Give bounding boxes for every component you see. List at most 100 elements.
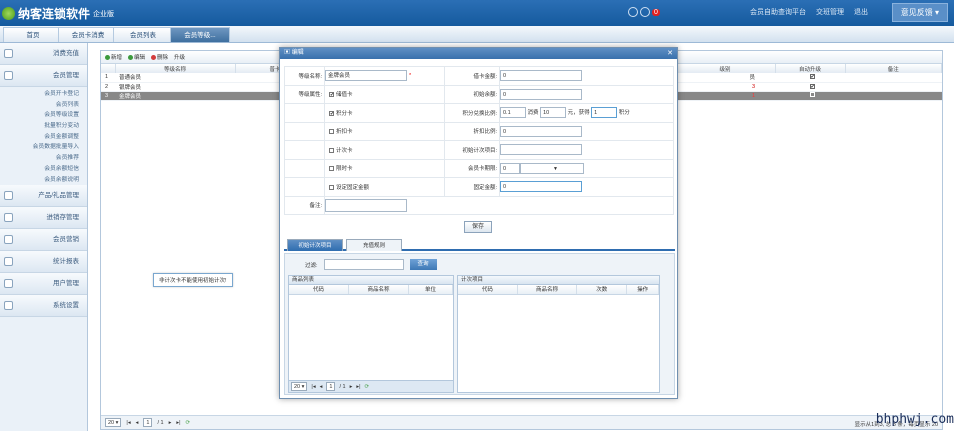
points-unit: 积分 xyxy=(618,110,630,117)
sidebar-item[interactable]: 会员推荐 xyxy=(0,153,87,164)
tab-home[interactable]: 首页 xyxy=(3,27,63,42)
logout-link[interactable]: 退出 xyxy=(854,7,868,17)
product-grid: 商品列表 代码 商品名称 单位 20 ▾ |◂ ◂ 1/ 1 ▸ ▸| ⟳ xyxy=(288,275,454,393)
card-fee-input[interactable]: 0 xyxy=(500,70,582,82)
consume-input[interactable]: 10 xyxy=(540,107,567,119)
period-input[interactable]: 0 xyxy=(500,162,520,174)
fixed-checkbox[interactable] xyxy=(329,184,334,190)
last-page-icon[interactable]: ▸| xyxy=(356,384,360,390)
grid-page-input[interactable]: 1 xyxy=(326,382,336,391)
first-page-icon[interactable]: |◂ xyxy=(126,420,130,426)
first-page-icon[interactable]: |◂ xyxy=(311,384,315,390)
prev-page-icon[interactable]: ◂ xyxy=(136,420,139,426)
stored-checkbox[interactable]: ✔ xyxy=(329,92,334,98)
prev-page-icon[interactable]: ◂ xyxy=(320,384,323,390)
last-page-icon[interactable]: ▸| xyxy=(176,420,180,426)
init-count-input[interactable] xyxy=(500,144,582,156)
sidebar-cat-settings[interactable]: 系统设置 xyxy=(0,295,87,318)
edit-dialog: ▣ 编辑 ✕ 等级名称: 金牌会员 * 借卡金额: 0 等级属性: ✔ 储值卡 初始余… xyxy=(279,47,678,399)
tab-init-count[interactable]: 初始计次项目 xyxy=(287,239,343,251)
col-code: 代码 xyxy=(289,285,349,294)
layers-icon xyxy=(4,213,13,223)
col-product-name: 商品名称 xyxy=(349,285,409,294)
limit-label: 限时卡 xyxy=(336,166,353,173)
sidebar-cat-inventory[interactable]: 进销存管理 xyxy=(0,207,87,230)
count-grid-title: 计次项目 xyxy=(458,276,659,285)
level-name-input[interactable]: 金牌会员 xyxy=(325,70,407,82)
points-label: 积分卡 xyxy=(336,110,353,117)
edit-button[interactable]: 编辑 xyxy=(128,53,145,61)
sidebar-item[interactable]: 会员余额说明 xyxy=(0,175,87,186)
auto-upgrade-checkbox[interactable] xyxy=(809,92,815,97)
page-size-select[interactable]: 20 ▾ xyxy=(105,418,122,427)
sidebar-item[interactable]: 会员开卡登记 xyxy=(0,89,87,100)
app-header: 纳客连锁软件 企业版 0 会员自助查询平台 交班管理 退出 意见反馈 ▾ xyxy=(0,0,954,26)
self-service-link[interactable]: 会员自助查询平台 xyxy=(750,7,806,17)
add-button[interactable]: 新增 xyxy=(105,53,122,61)
sidebar-item[interactable]: 会员金额调整 xyxy=(0,132,87,143)
get-points-input[interactable]: 1 xyxy=(591,107,618,119)
tab-card-consume[interactable]: 会员卡消费 xyxy=(58,27,118,42)
delete-button[interactable]: 删除 xyxy=(151,53,168,61)
close-icon[interactable]: ✕ xyxy=(667,48,673,59)
refresh-icon[interactable]: ⟳ xyxy=(365,384,370,390)
tab-member-level[interactable]: 会员等级... xyxy=(170,27,230,42)
bell-icon[interactable] xyxy=(640,7,650,17)
star-icon xyxy=(4,49,13,58)
level-name-label: 等级名称: xyxy=(284,66,325,86)
logo-icon xyxy=(2,7,15,20)
sidebar-item[interactable]: 会员等级设置 xyxy=(0,110,87,121)
sidebar-cat-marketing[interactable]: 会员营销 xyxy=(0,229,87,252)
level-form: 等级名称: 金牌会员 * 借卡金额: 0 等级属性: ✔ 储值卡 初始余额: 0 ✔… xyxy=(284,66,674,215)
save-button[interactable]: 保存 xyxy=(464,221,492,233)
product-pager: 20 ▾ |◂ ◂ 1/ 1 ▸ ▸| ⟳ xyxy=(289,380,453,392)
fixed-amount-input[interactable]: 0 xyxy=(500,181,582,193)
query-button[interactable]: 查询 xyxy=(409,259,437,270)
col-level-name: 等级名称 xyxy=(115,64,236,73)
discount-checkbox[interactable] xyxy=(329,129,334,135)
user-icon[interactable] xyxy=(628,7,638,17)
period-unit-select[interactable]: ▼ xyxy=(520,162,584,174)
sidebar-cat-users[interactable]: 用户管理 xyxy=(0,273,87,296)
tab-member-list[interactable]: 会员列表 xyxy=(113,27,173,42)
feedback-button[interactable]: 意见反馈 ▾ xyxy=(891,3,948,22)
rate-input[interactable]: 0.1 xyxy=(500,107,526,119)
count-checkbox[interactable] xyxy=(329,147,334,153)
refresh-icon[interactable]: ⟳ xyxy=(186,420,191,426)
sidebar-cat-recharge[interactable]: 消费充值 xyxy=(0,43,87,65)
sidebar-cat-product[interactable]: 产品/礼品管理 xyxy=(0,185,87,208)
chart-icon xyxy=(4,279,13,289)
col-code: 代码 xyxy=(458,285,518,294)
sidebar-item[interactable]: 会员余额短信 xyxy=(0,164,87,175)
points-checkbox[interactable]: ✔ xyxy=(329,110,334,116)
sidebar-item[interactable]: 会员列表 xyxy=(0,100,87,111)
grid-page-size[interactable]: 20 ▾ xyxy=(291,382,308,391)
discount-input[interactable]: 0 xyxy=(500,125,582,137)
yuan-label: 元，获得 xyxy=(567,110,590,117)
remark-input[interactable] xyxy=(325,198,407,212)
count-item-grid: 计次项目 代码 商品名称 次数 操作 xyxy=(457,275,660,393)
limit-checkbox[interactable] xyxy=(329,166,334,172)
next-page-icon[interactable]: ▸ xyxy=(169,420,172,426)
sidebar-cat-member[interactable]: 会员管理 xyxy=(0,65,87,87)
sidebar-item[interactable]: 批量积分变动 xyxy=(0,121,87,132)
auto-upgrade-checkbox[interactable]: ✔ xyxy=(809,74,815,80)
count-label: 计次卡 xyxy=(336,147,353,154)
next-page-icon[interactable]: ▸ xyxy=(350,384,353,390)
sidebar-cat-reports[interactable]: 统计报表 xyxy=(0,251,87,274)
auto-upgrade-checkbox[interactable]: ✔ xyxy=(809,83,815,89)
tab-recharge-rule[interactable]: 充值规则 xyxy=(346,239,402,251)
filter-input[interactable] xyxy=(323,259,404,270)
attr-label: 等级属性: xyxy=(284,84,325,104)
upgrade-button[interactable]: 升级 xyxy=(174,53,185,61)
product-grid-title: 商品列表 xyxy=(289,276,453,285)
page-input[interactable]: 1 xyxy=(143,418,153,427)
add-icon xyxy=(105,54,110,60)
watermark: bhphwj.com xyxy=(875,412,954,427)
settings-icon xyxy=(4,301,13,311)
init-balance-input[interactable]: 0 xyxy=(500,88,582,100)
sidebar-item[interactable]: 会员数据批量导入 xyxy=(0,142,87,153)
warning-tooltip: 非计次卡不能使用初始计次! xyxy=(153,273,233,287)
globe-icon xyxy=(4,257,13,267)
shift-link[interactable]: 交班管理 xyxy=(816,7,844,17)
